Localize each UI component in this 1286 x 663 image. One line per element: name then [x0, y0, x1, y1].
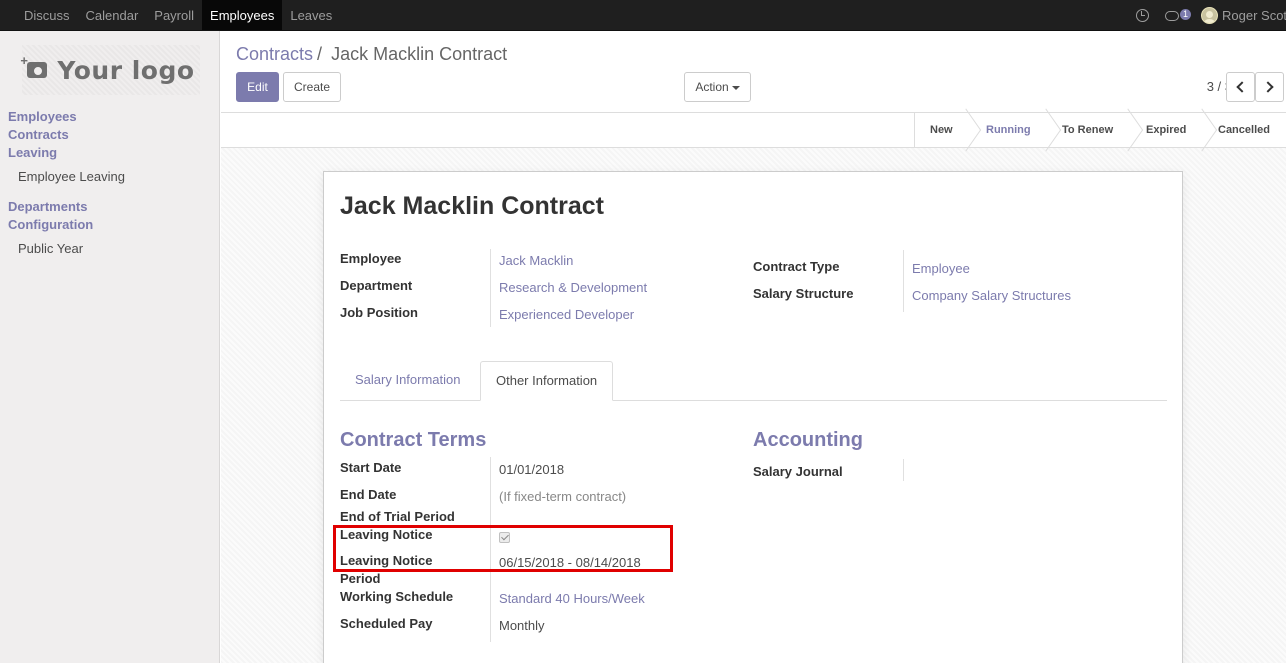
stage-arrow: [1199, 113, 1213, 148]
logo-text: Your logo: [57, 55, 195, 85]
sidebar-item-configuration[interactable]: Configuration: [8, 217, 93, 232]
menu-employees[interactable]: Employees: [202, 0, 283, 30]
user-menu[interactable]: Roger Scott: [1222, 8, 1286, 23]
notebook-tabs: Salary Information Other Information: [340, 361, 1167, 401]
sidebar-item-departments[interactable]: Departments: [8, 199, 87, 214]
employee-field[interactable]: Jack Macklin: [499, 253, 573, 268]
salary-structure-field[interactable]: Company Salary Structures: [912, 288, 1071, 303]
stage-new[interactable]: New: [930, 113, 953, 148]
scheduled-pay-label: Scheduled Pay: [340, 616, 433, 631]
menu-discuss[interactable]: Discuss: [16, 0, 78, 30]
contract-type-label: Contract Type: [753, 259, 840, 274]
contract-type-field[interactable]: Employee: [912, 261, 970, 276]
leaving-notice-period-label-line2: Period: [340, 571, 381, 586]
salary-journal-label: Salary Journal: [753, 464, 843, 479]
form-sheet: Jack Macklin Contract Employee Departmen…: [323, 171, 1183, 663]
field-divider: [903, 459, 904, 481]
sidebar: Your logo Employees Contracts Leaving Em…: [0, 31, 220, 663]
employee-label: Employee: [340, 251, 402, 266]
sidebar-item-employee-leaving[interactable]: Employee Leaving: [18, 169, 125, 184]
caret-down-icon: [731, 85, 740, 90]
contract-terms-heading: Contract Terms: [340, 429, 487, 451]
breadcrumb-contracts[interactable]: Contracts: [236, 44, 313, 64]
top-navbar: Discuss Calendar Payroll Employees Leave…: [0, 0, 1286, 31]
accounting-heading: Accounting: [753, 429, 863, 451]
stage-running[interactable]: Running: [986, 113, 1031, 148]
tab-salary-information[interactable]: Salary Information: [340, 361, 476, 401]
company-logo[interactable]: Your logo: [20, 45, 200, 95]
form-view: New Running To Renew Expired Cancelled J…: [221, 112, 1286, 663]
camera-icon: [20, 53, 48, 78]
job-position-field[interactable]: Experienced Developer: [499, 307, 634, 322]
stage-cancelled[interactable]: Cancelled: [1218, 113, 1270, 148]
field-divider: [903, 250, 904, 312]
department-field[interactable]: Research & Development: [499, 280, 647, 295]
pager-next-button[interactable]: [1255, 72, 1284, 102]
chevron-right-icon: [1262, 81, 1274, 93]
sidebar-item-employees[interactable]: Employees: [8, 109, 77, 124]
sidebar-item-contracts[interactable]: Contracts: [8, 127, 69, 142]
start-date-field[interactable]: 01/01/2018: [499, 462, 564, 477]
sidebar-item-public-year[interactable]: Public Year: [18, 241, 83, 256]
chat-icon[interactable]: [1164, 10, 1179, 21]
pager-previous-button[interactable]: [1226, 72, 1255, 102]
stage-arrow: [1125, 113, 1139, 148]
sidebar-item-leaving[interactable]: Leaving: [8, 145, 57, 160]
statusbar: New Running To Renew Expired Cancelled: [221, 113, 1286, 148]
tab-other-information[interactable]: Other Information: [480, 361, 614, 401]
trial-period-label: End of Trial Period: [340, 509, 455, 524]
clock-icon[interactable]: [1135, 9, 1149, 22]
scheduled-pay-field[interactable]: Monthly: [499, 618, 545, 633]
job-position-label: Job Position: [340, 305, 418, 320]
record-title: Jack Macklin Contract: [340, 192, 604, 220]
salary-journal-field[interactable]: [912, 464, 1092, 480]
breadcrumb-current: Jack Macklin Contract: [331, 44, 508, 64]
salary-structure-label: Salary Structure: [753, 286, 854, 301]
end-date-label: End Date: [340, 487, 397, 502]
statusbar-divider: [914, 113, 915, 148]
department-label: Department: [340, 278, 413, 293]
menu-leaves[interactable]: Leaves: [282, 0, 340, 30]
breadcrumb-separator: /: [317, 44, 323, 64]
stage-arrow: [1043, 113, 1057, 148]
working-schedule-field[interactable]: Standard 40 Hours/Week: [499, 591, 645, 606]
chevron-left-icon: [1236, 81, 1248, 93]
app-menu: Discuss Calendar Payroll Employees Leave…: [16, 0, 340, 31]
stage-to-renew[interactable]: To Renew: [1062, 113, 1113, 148]
avatar[interactable]: [1201, 7, 1218, 24]
menu-payroll[interactable]: Payroll: [146, 0, 202, 30]
stage-arrow: [963, 113, 977, 148]
menu-calendar[interactable]: Calendar: [78, 0, 147, 30]
chat-count-badge: 1: [1179, 9, 1191, 20]
start-date-label: Start Date: [340, 460, 402, 475]
create-button-label: Create: [293, 80, 331, 94]
action-label: Action: [695, 80, 729, 94]
action-dropdown[interactable]: Action: [684, 72, 751, 102]
systray: 1 Roger Scott: [1135, 0, 1286, 31]
create-button[interactable]: Create: [283, 72, 341, 102]
breadcrumb: Contracts / Jack Macklin Contract: [236, 44, 507, 65]
working-schedule-label: Working Schedule: [340, 589, 454, 604]
highlight-box: [333, 525, 673, 572]
edit-button[interactable]: Edit: [236, 72, 279, 102]
stage-expired[interactable]: Expired: [1146, 113, 1186, 148]
end-date-field[interactable]: (If fixed-term contract): [499, 489, 626, 504]
field-divider: [490, 249, 491, 327]
